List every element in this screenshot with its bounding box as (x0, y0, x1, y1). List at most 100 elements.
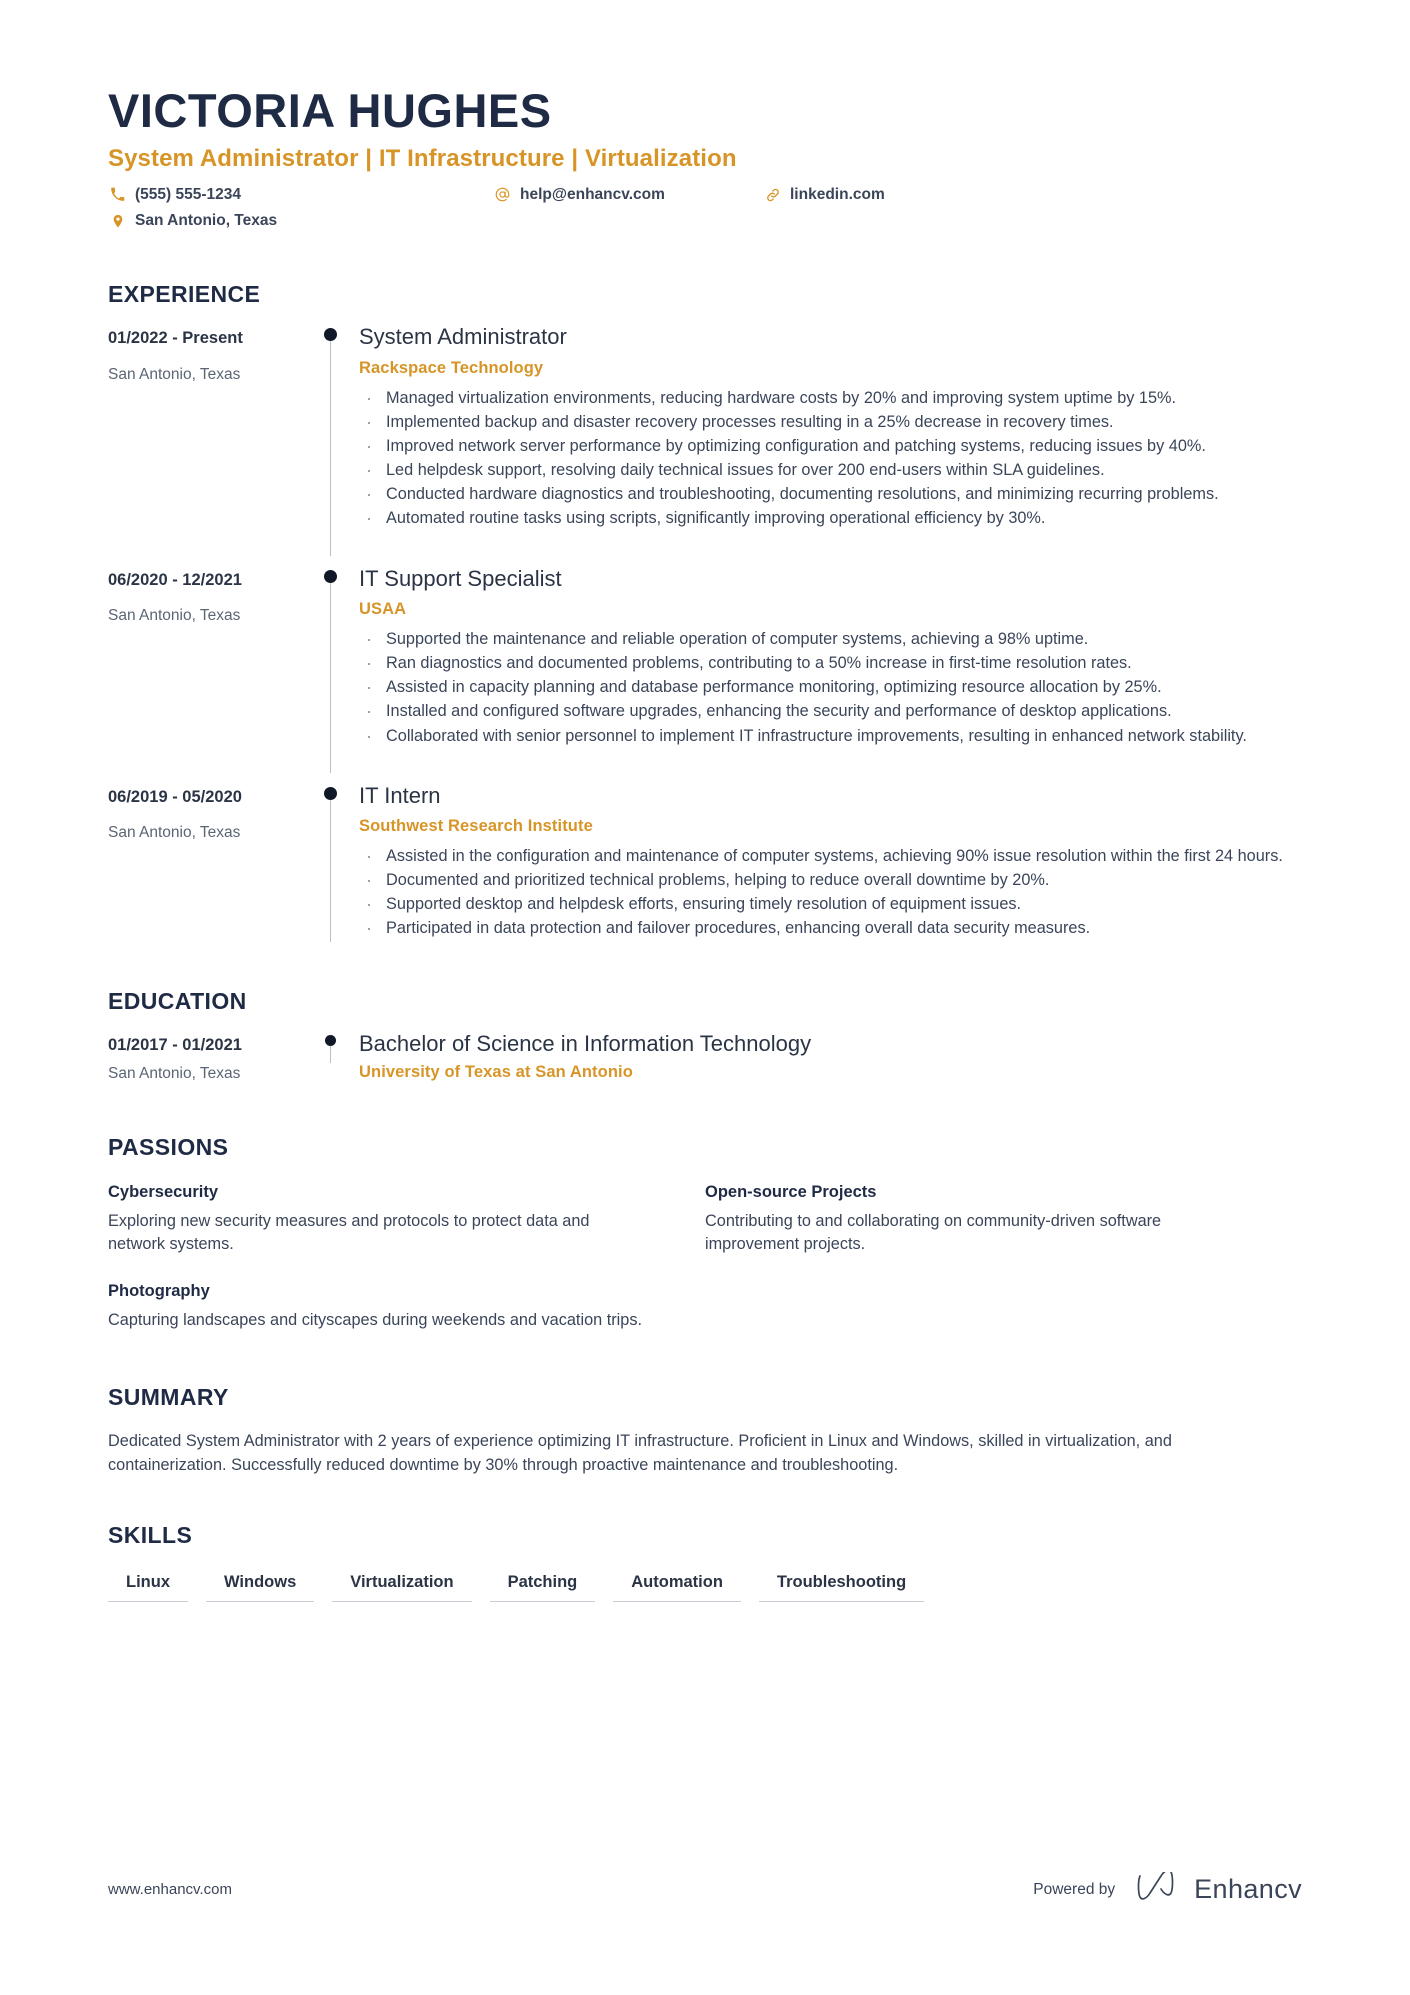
entry-body: IT Intern Southwest Research Institute A… (359, 783, 1302, 948)
entry-body: IT Support Specialist USAA Supported the… (359, 566, 1302, 755)
timeline-rail (304, 324, 359, 556)
summary-section: SUMMARY Dedicated System Administrator w… (108, 1384, 1302, 1477)
entry-body: Bachelor of Science in Information Techn… (359, 1031, 1302, 1088)
footer-url[interactable]: www.enhancv.com (108, 1881, 232, 1898)
contact-phone[interactable]: (555) 555-1234 (108, 185, 493, 204)
contact-location-text: San Antonio, Texas (135, 211, 278, 229)
phone-icon (108, 185, 127, 204)
job-title: IT Support Specialist (359, 565, 562, 591)
page-title: VICTORIA HUGHES (108, 84, 552, 137)
entry-date: 06/2020 - 12/2021 (108, 570, 242, 589)
timeline-rail (304, 566, 359, 773)
brand-name: Enhancv (1194, 1874, 1302, 1904)
entry-location: San Antonio, Texas (108, 824, 241, 842)
entry-meta: 06/2020 - 12/2021 San Antonio, Texas (108, 566, 304, 755)
timeline-dot (324, 786, 337, 800)
skills-section: SKILLS Linux Windows Virtualization Patc… (108, 1522, 1302, 1614)
resume-page: VICTORIA HUGHES System Administrator | I… (0, 0, 1410, 1995)
bullet-item: Assisted in the configuration and mainte… (359, 844, 1302, 869)
section-heading-passions: PASSIONS (108, 1134, 229, 1161)
passion-title: Open-source Projects (705, 1183, 877, 1202)
section-heading-summary: SUMMARY (108, 1384, 229, 1411)
page-footer: www.enhancv.com Powered by Enhancv (108, 1869, 1302, 1907)
enhancv-logo-icon (1137, 1869, 1181, 1907)
education-entry: 01/2017 - 01/2021 San Antonio, Texas Bac… (108, 1031, 1302, 1088)
section-heading-education: EDUCATION (108, 987, 247, 1014)
bullet-item: Implemented backup and disaster recovery… (359, 410, 1302, 435)
timeline-line (330, 336, 332, 556)
summary-text: Dedicated System Administrator with 2 ye… (108, 1432, 1172, 1475)
timeline-rail (304, 783, 359, 948)
skill-tag: Troubleshooting (758, 1573, 925, 1602)
footer-branding: Powered by Enhancv (1033, 1869, 1302, 1907)
experience-entry: 06/2019 - 05/2020 San Antonio, Texas IT … (108, 783, 1302, 948)
bullet-item: Automated routine tasks using scripts, s… (359, 506, 1302, 531)
contact-email-text: help@enhancv.com (520, 185, 665, 203)
bullet-item: Managed virtualization environments, red… (359, 386, 1302, 411)
contact-website-text: linkedin.com (790, 185, 885, 203)
bullet-item: Installed and configured software upgrad… (359, 699, 1302, 724)
passion-title: Photography (108, 1282, 210, 1301)
timeline-line (330, 577, 332, 773)
bullet-item: Participated in data protection and fail… (359, 916, 1302, 941)
education-section: EDUCATION 01/2017 - 01/2021 San Antonio,… (108, 988, 1302, 1088)
passion-description: Contributing to and collaborating on com… (705, 1212, 1162, 1254)
passion-description: Capturing landscapes and cityscapes duri… (108, 1311, 642, 1330)
section-heading-experience: EXPERIENCE (108, 281, 261, 308)
bullet-item: Documented and prioritized technical pro… (359, 868, 1302, 893)
job-title: IT Intern (359, 782, 441, 808)
skills-list: Linux Windows Virtualization Patching Au… (108, 1573, 1302, 1614)
section-heading-skills: SKILLS (108, 1521, 193, 1548)
link-icon (763, 185, 782, 204)
entry-meta: 01/2022 - Present San Antonio, Texas (108, 324, 304, 537)
resume-header: VICTORIA HUGHES System Administrator | I… (108, 0, 1302, 237)
passions-grid: Cybersecurity Exploring new security mea… (108, 1183, 1302, 1358)
passion-description: Exploring new security measures and prot… (108, 1212, 590, 1254)
job-bullets: Supported the maintenance and reliable o… (359, 627, 1302, 749)
bullet-item: Led helpdesk support, resolving daily te… (359, 458, 1302, 483)
contact-location: San Antonio, Texas (108, 211, 493, 230)
headline: System Administrator | IT Infrastructure… (108, 145, 737, 173)
entry-body: System Administrator Rackspace Technolog… (359, 324, 1302, 537)
job-title: System Administrator (359, 324, 567, 350)
location-pin-icon (108, 211, 127, 230)
skill-tag: Linux (108, 1573, 188, 1602)
passion-item: Open-source Projects Contributing to and… (705, 1183, 1302, 1256)
skill-tag: Patching (489, 1573, 596, 1602)
timeline-dot (324, 569, 337, 583)
entry-date: 06/2019 - 05/2020 (108, 787, 242, 806)
bullet-item: Supported the maintenance and reliable o… (359, 627, 1302, 652)
experience-entry: 06/2020 - 12/2021 San Antonio, Texas IT … (108, 566, 1302, 773)
timeline-line (330, 794, 332, 942)
bullet-item: Conducted hardware diagnostics and troub… (359, 482, 1302, 507)
contact-phone-text: (555) 555-1234 (135, 185, 241, 203)
passion-title: Cybersecurity (108, 1183, 219, 1202)
bullet-item: Ran diagnostics and documented problems,… (359, 651, 1302, 676)
job-bullets: Managed virtualization environments, red… (359, 386, 1302, 532)
contact-block: (555) 555-1234 help@enhancv.com linkedin… (108, 185, 1302, 237)
at-icon (493, 185, 512, 204)
experience-entry: 01/2022 - Present San Antonio, Texas Sys… (108, 324, 1302, 556)
experience-section: EXPERIENCE 01/2022 - Present San Antonio… (108, 281, 1302, 947)
bullet-item: Supported desktop and helpdesk efforts, … (359, 892, 1302, 917)
bullet-item: Improved network server performance by o… (359, 434, 1302, 459)
passions-section: PASSIONS Cybersecurity Exploring new sec… (108, 1134, 1302, 1358)
entry-meta: 01/2017 - 01/2021 San Antonio, Texas (108, 1031, 304, 1088)
entry-location: San Antonio, Texas (108, 365, 241, 383)
entry-meta: 06/2019 - 05/2020 San Antonio, Texas (108, 783, 304, 948)
entry-date: 01/2022 - Present (108, 329, 243, 348)
passion-item: Photography Capturing landscapes and cit… (108, 1282, 705, 1332)
timeline-dot (325, 1034, 336, 1046)
timeline-dot (324, 328, 337, 342)
school-name: University of Texas at San Antonio (359, 1063, 633, 1082)
bullet-item: Collaborated with senior personnel to im… (359, 724, 1302, 749)
job-organization: USAA (359, 599, 407, 618)
entry-date: 01/2017 - 01/2021 (108, 1035, 242, 1054)
contact-row-1: (555) 555-1234 help@enhancv.com linkedin… (108, 185, 1302, 211)
skill-tag: Automation (613, 1573, 741, 1602)
job-organization: Rackspace Technology (359, 358, 544, 377)
entry-location: San Antonio, Texas (108, 607, 241, 625)
contact-website[interactable]: linkedin.com (763, 185, 1063, 204)
contact-email[interactable]: help@enhancv.com (493, 185, 763, 204)
skill-tag: Windows (206, 1573, 315, 1602)
